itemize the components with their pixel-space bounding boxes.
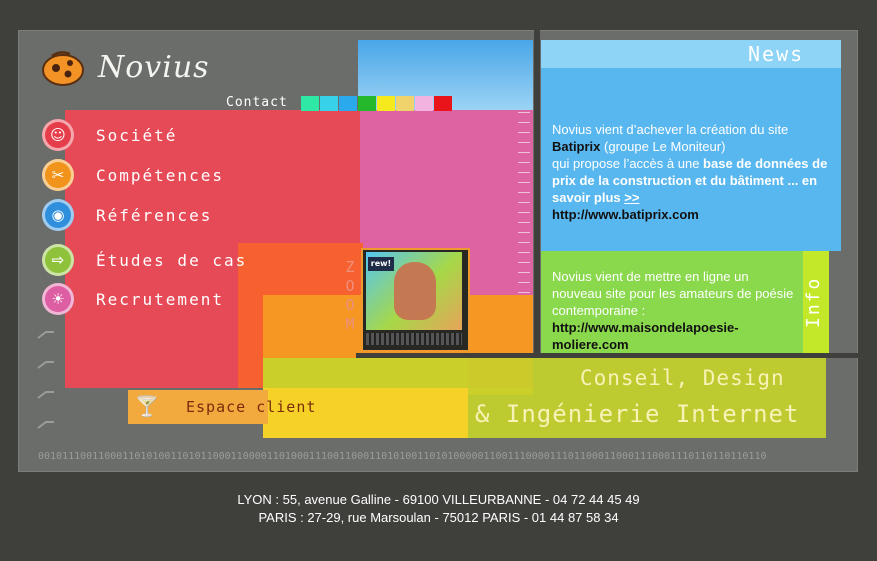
portrait-image: [394, 262, 436, 320]
divider: [534, 30, 540, 356]
espace-client-label: Espace client: [186, 398, 317, 416]
color-swatch[interactable]: [377, 96, 395, 111]
tick-marks-decoration: [37, 331, 54, 429]
menu-item-recrutement[interactable]: ☀ Recrutement: [42, 283, 224, 315]
address-lyon: LYON : 55, avenue Galline - 69100 VILLEU…: [237, 492, 640, 507]
menu-item-competences[interactable]: ✂ Compétences: [42, 159, 224, 191]
info-tab-label: Info: [803, 276, 824, 328]
menu-label: Compétences: [96, 165, 224, 185]
binary-strip: 0010111001100011010100110101100011000011…: [38, 451, 767, 462]
news-title: News: [748, 42, 805, 66]
batiprix-link[interactable]: Batiprix: [552, 139, 600, 154]
cocktail-glass-icon: 🍸: [134, 394, 160, 418]
tagline-line-1: Conseil, Design: [580, 366, 785, 390]
news-group: (groupe Le Moniteur): [600, 139, 726, 154]
menu-label: Références: [96, 205, 213, 225]
color-swatch[interactable]: [339, 96, 357, 111]
menu-item-societe[interactable]: ☺ Société: [42, 119, 178, 151]
menu-item-etudes[interactable]: ⇨ Études de cas: [42, 244, 248, 276]
read-more-link[interactable]: >>: [624, 190, 639, 205]
sun-icon: ☀: [42, 283, 74, 315]
news-line: Novius vient d’achever la création du si…: [552, 122, 789, 137]
color-swatch[interactable]: [320, 96, 338, 111]
arrow-right-icon: ⇨: [42, 244, 74, 276]
contact-link[interactable]: Contact: [226, 95, 288, 110]
color-swatch[interactable]: [415, 96, 433, 111]
tv-speaker-grill: [366, 333, 462, 345]
maisondelapoesie-link[interactable]: http://www.maisondelapoesie-moliere.com: [552, 320, 739, 352]
menu-label: Société: [96, 125, 178, 145]
zoom-label: ZOOM: [345, 258, 355, 333]
batiprix-url-link[interactable]: http://www.batiprix.com: [552, 207, 699, 222]
info-description: Novius vient de mettre en ligne un nouve…: [552, 269, 794, 318]
color-swatch[interactable]: [301, 96, 319, 111]
menu-item-references[interactable]: ◉ Références: [42, 199, 213, 231]
brand-name[interactable]: Novius: [98, 50, 210, 85]
news-text: Novius vient d’achever la création du si…: [552, 121, 836, 223]
menu-label: Études de cas: [96, 250, 248, 270]
tagline-line-2: & Ingénierie Internet: [475, 400, 800, 428]
menu-label: Recrutement: [96, 289, 224, 309]
news-line: qui propose l’accès à une: [552, 156, 704, 171]
ladybug-logo-icon[interactable]: [40, 48, 86, 88]
tv-logo: rew!: [368, 257, 394, 271]
people-icon: ☺: [42, 119, 74, 151]
ruler-decoration: [518, 112, 530, 302]
address-paris: PARIS : 27-29, rue Marsoulan - 75012 PAR…: [258, 510, 619, 525]
scissors-icon: ✂: [42, 159, 74, 191]
color-swatch[interactable]: [434, 96, 452, 111]
eye-icon: ◉: [42, 199, 74, 231]
color-swatch[interactable]: [396, 96, 414, 111]
color-swatch[interactable]: [358, 96, 376, 111]
divider: [356, 353, 861, 358]
info-text: Novius vient de mettre en ligne un nouve…: [552, 268, 800, 353]
